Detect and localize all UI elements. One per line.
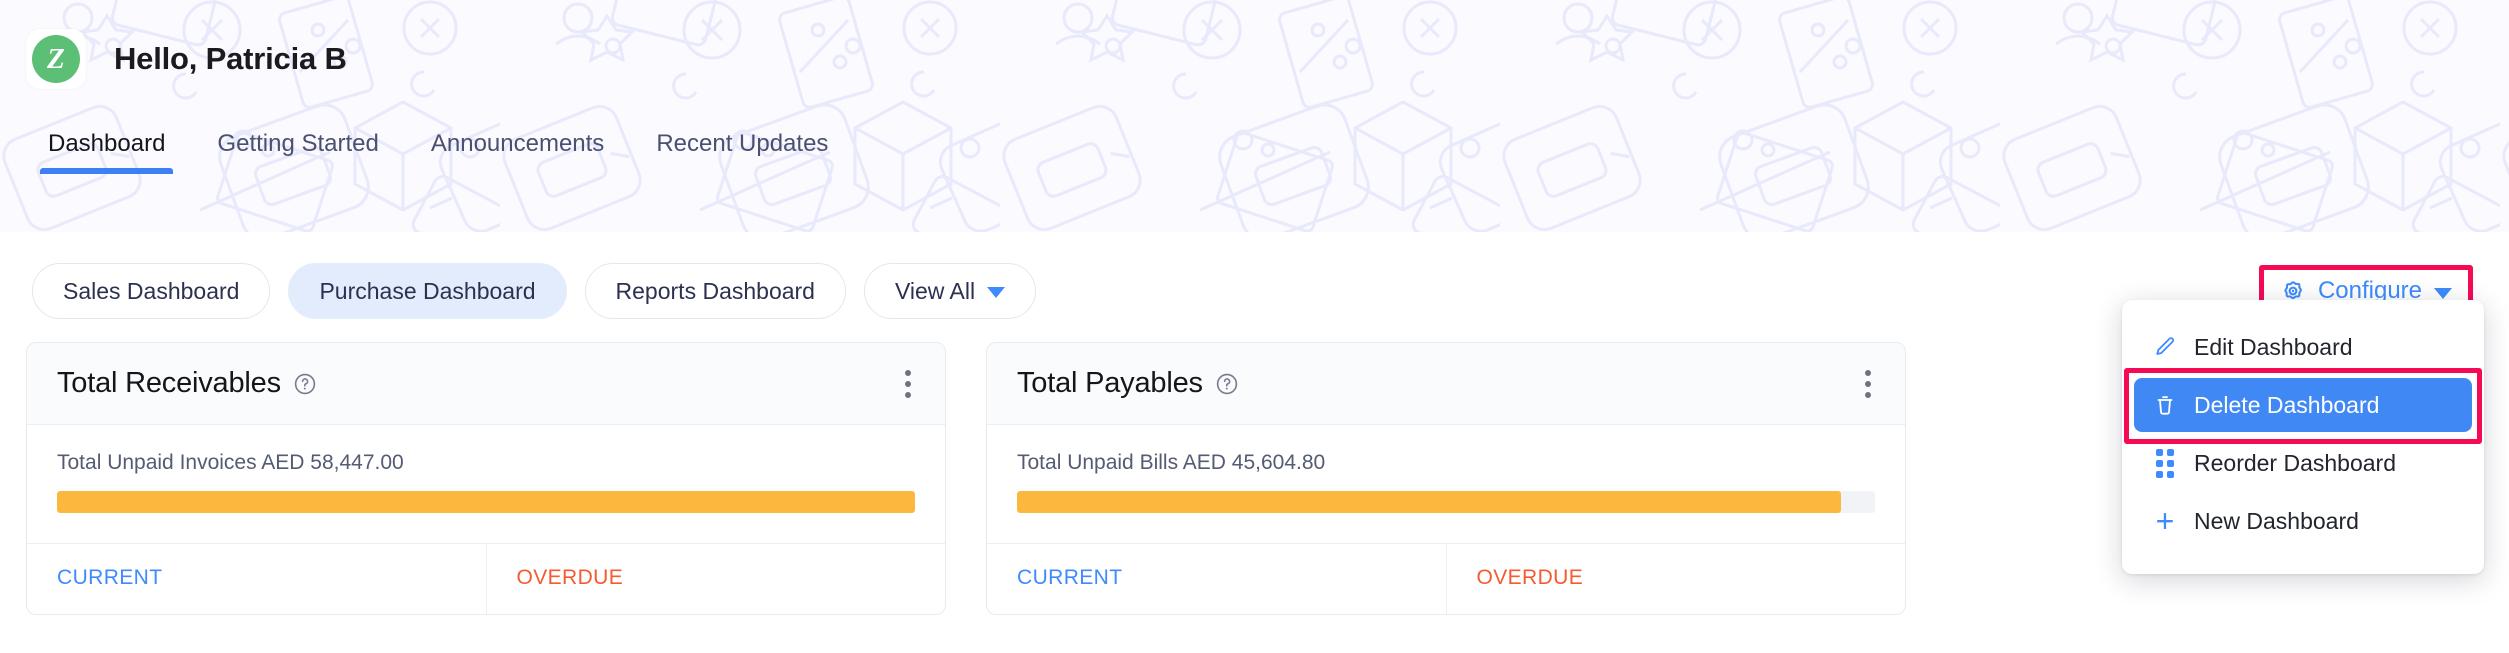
help-circle-icon[interactable] — [1215, 372, 1239, 396]
menu-item-reorder-dashboard-label: Reorder Dashboard — [2194, 449, 2397, 476]
card-body: Total Unpaid Bills AED 45,604.80 — [987, 425, 1905, 544]
menu-item-delete-dashboard[interactable]: Delete Dashboard — [2134, 378, 2472, 432]
unpaid-total-label: Total Unpaid Bills AED 45,604.80 — [1017, 451, 1326, 474]
footer-current-label[interactable]: CURRENT — [987, 544, 1446, 614]
tab-announcements[interactable]: Announcements — [405, 132, 630, 174]
dashboard-pill-reports-label: Reports Dashboard — [615, 277, 815, 304]
dashboard-pill-sales[interactable]: Sales Dashboard — [32, 263, 271, 319]
tab-recent-updates[interactable]: Recent Updates — [630, 132, 854, 174]
menu-item-edit-dashboard[interactable]: Edit Dashboard — [2134, 320, 2472, 374]
view-all-label: View All — [894, 277, 976, 304]
card-header: Total Payables — [987, 343, 1905, 425]
page-title: Hello, Patricia B — [114, 41, 347, 76]
card-total-receivables: Total Receivables Total Unpaid Invoices … — [26, 342, 946, 615]
progress-bar-track — [1017, 491, 1875, 513]
card-total-payables: Total Payables Total Unpaid Bills AED 45… — [986, 342, 1906, 615]
card-footer: CURRENT OVERDUE — [987, 544, 1905, 614]
dashboard-pill-purchase[interactable]: Purchase Dashboard — [288, 263, 567, 319]
kebab-menu-icon[interactable] — [1859, 364, 1877, 404]
kebab-menu-icon[interactable] — [899, 364, 917, 404]
dashboard-pill-reports[interactable]: Reports Dashboard — [584, 263, 846, 319]
plus-icon: + — [2155, 503, 2175, 539]
footer-overdue-label[interactable]: OVERDUE — [485, 544, 946, 614]
pencil-icon — [2152, 334, 2178, 360]
menu-item-edit-dashboard-label: Edit Dashboard — [2194, 333, 2353, 360]
configure-dropdown-menu: Edit Dashboard Delete Dashboard Reorder … — [2122, 300, 2484, 574]
dashboard-pill-purchase-label: Purchase Dashboard — [319, 277, 536, 304]
help-circle-icon[interactable] — [293, 372, 317, 396]
avatar[interactable]: Z — [26, 29, 86, 89]
greeting-row: Z Hello, Patricia B — [0, 0, 2509, 96]
progress-bar-fill — [57, 491, 915, 513]
footer-overdue-label[interactable]: OVERDUE — [1445, 544, 1906, 614]
menu-item-new-dashboard-label: New Dashboard — [2194, 507, 2359, 534]
menu-item-reorder-dashboard[interactable]: Reorder Dashboard — [2134, 436, 2472, 490]
tab-getting-started[interactable]: Getting Started — [191, 132, 404, 174]
menu-item-delete-dashboard-label: Delete Dashboard — [2194, 391, 2380, 418]
trash-icon — [2152, 392, 2178, 418]
dashboard-pill-sales-label: Sales Dashboard — [63, 277, 240, 304]
tab-dashboard[interactable]: Dashboard — [22, 132, 191, 174]
zoho-logo-icon: Z — [32, 35, 80, 83]
progress-bar-track — [57, 491, 915, 513]
card-header: Total Receivables — [27, 343, 945, 425]
drag-handle-icon — [2152, 448, 2178, 478]
header-banner: Z Hello, Patricia B Dashboard Getting St… — [0, 0, 2509, 232]
chevron-down-icon — [987, 287, 1006, 298]
unpaid-total-label: Total Unpaid Invoices AED 58,447.00 — [57, 451, 404, 474]
card-footer: CURRENT OVERDUE — [27, 544, 945, 614]
footer-current-label[interactable]: CURRENT — [27, 544, 486, 614]
card-title: Total Receivables — [57, 367, 281, 399]
card-body: Total Unpaid Invoices AED 58,447.00 — [27, 425, 945, 544]
progress-bar-fill — [1017, 491, 1841, 513]
primary-tabs: Dashboard Getting Started Announcements … — [0, 96, 2509, 174]
view-all-button[interactable]: View All — [863, 263, 1037, 319]
menu-item-new-dashboard[interactable]: + New Dashboard — [2134, 494, 2472, 548]
chevron-down-icon — [2434, 287, 2452, 299]
card-title: Total Payables — [1017, 367, 1203, 399]
